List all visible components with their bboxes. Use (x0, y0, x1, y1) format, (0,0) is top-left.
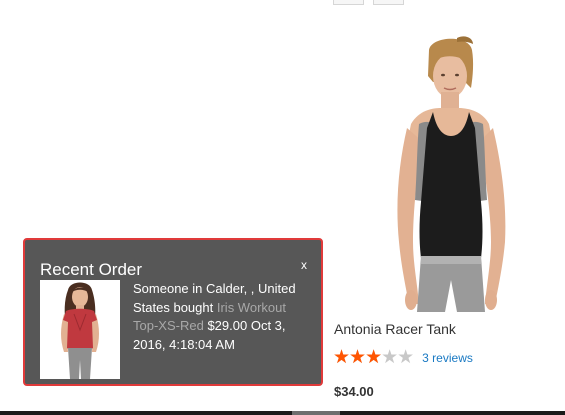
window-scrollbar[interactable] (0, 411, 565, 415)
ordered-product-thumbnail[interactable] (40, 280, 120, 379)
product-card: Antonia Racer Tank ★★★★★ ★★★★★ 3 reviews… (333, 32, 565, 415)
ordered-product-image (40, 280, 120, 379)
popup-message: Someone in Calder, , United States bough… (133, 280, 313, 354)
rating-stars: ★★★★★ ★★★★★ (333, 348, 414, 368)
close-button[interactable]: x (301, 258, 307, 272)
recent-order-popup: Recent Order x Someone in Calder, , Unit… (23, 238, 323, 386)
product-rating: ★★★★★ ★★★★★ 3 reviews (333, 348, 473, 368)
toolbar-button[interactable] (333, 0, 364, 5)
top-toolbar (333, 0, 404, 5)
rating-stars-filled: ★★★★★ (333, 348, 382, 368)
product-photo-image (397, 36, 506, 312)
reviews-link[interactable]: 3 reviews (422, 351, 473, 365)
order-price: $29.00 (207, 318, 248, 333)
toolbar-button[interactable] (373, 0, 404, 5)
product-photo[interactable] (333, 32, 565, 312)
product-price: $34.00 (334, 384, 374, 399)
product-name[interactable]: Antonia Racer Tank (334, 321, 456, 337)
scrollbar-thumb[interactable] (292, 411, 340, 415)
product-listing-page: Antonia Racer Tank ★★★★★ ★★★★★ 3 reviews… (0, 0, 565, 415)
popup-title: Recent Order (40, 260, 143, 279)
